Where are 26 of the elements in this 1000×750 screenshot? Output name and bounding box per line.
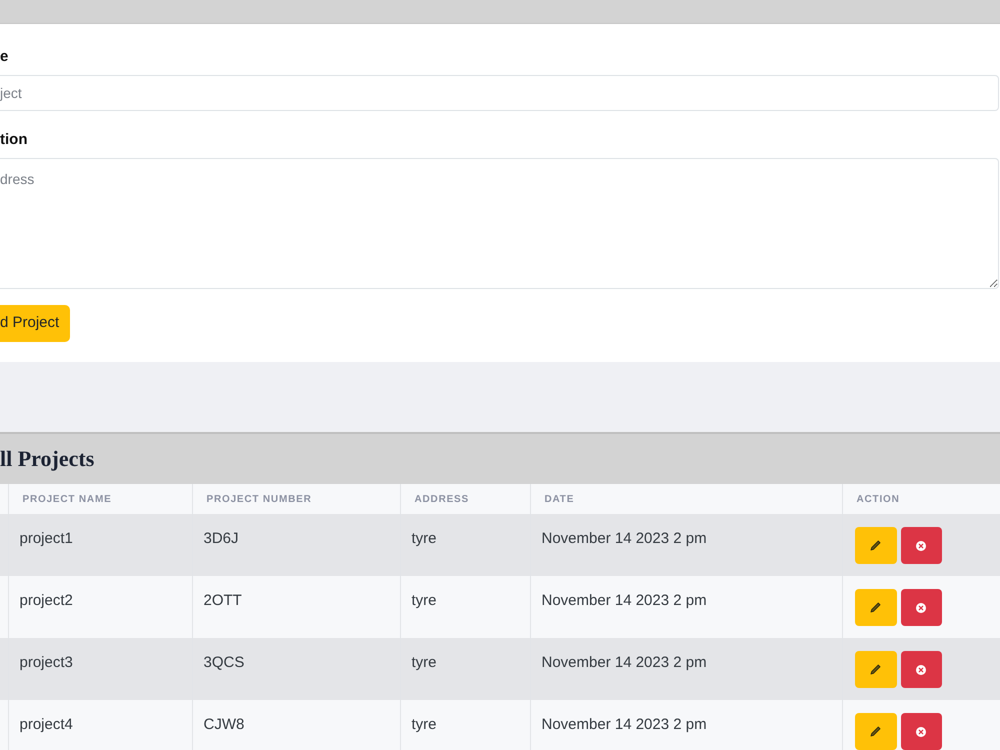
- pencil-icon: [870, 664, 881, 675]
- table-cell: CJW8: [192, 700, 400, 750]
- table-cell: project4: [8, 700, 192, 750]
- delete-button[interactable]: [900, 589, 942, 626]
- edit-button[interactable]: [854, 713, 896, 750]
- input-field[interactable]: ject: [0, 75, 999, 111]
- pencil-icon: [870, 540, 881, 551]
- delete-button[interactable]: [900, 651, 942, 688]
- delete-button[interactable]: [900, 713, 942, 750]
- field-label: e: [0, 48, 10, 66]
- field-label: tion: [0, 131, 28, 149]
- close-circle-icon: [916, 540, 926, 550]
- edit-button[interactable]: [854, 651, 896, 688]
- delete-button[interactable]: [900, 527, 942, 564]
- edit-button[interactable]: [854, 527, 896, 564]
- close-circle-icon: [916, 664, 926, 674]
- table-cell: tyre: [400, 700, 530, 750]
- table-cell: November 14 2023 2 pm: [530, 700, 842, 750]
- textarea-field[interactable]: dress: [0, 158, 999, 289]
- close-circle-icon: [916, 602, 926, 612]
- edit-button[interactable]: [854, 589, 896, 626]
- pencil-icon: [870, 726, 881, 737]
- add-project-button[interactable]: d Project: [0, 305, 70, 342]
- section-title: ll Projects: [0, 448, 94, 470]
- pencil-icon: [870, 602, 881, 613]
- close-circle-icon: [916, 726, 926, 736]
